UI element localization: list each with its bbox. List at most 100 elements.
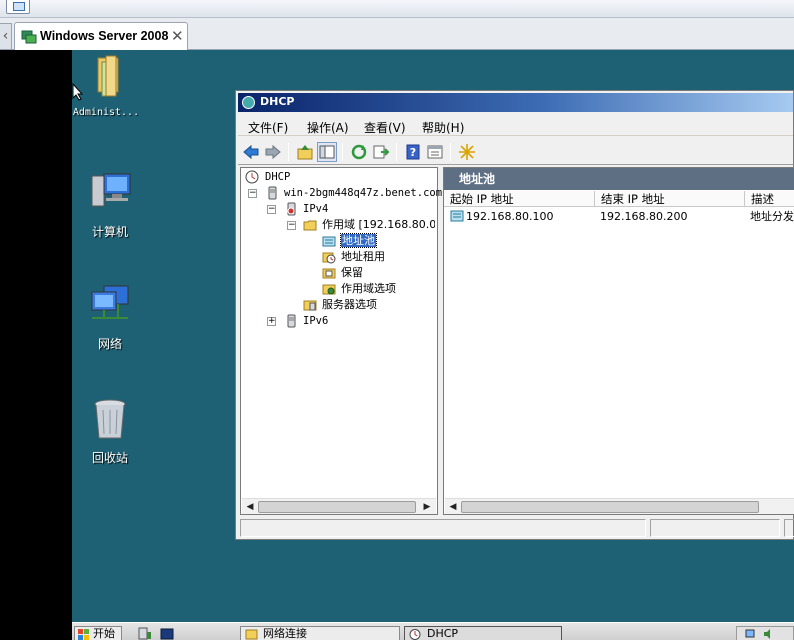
reservation-icon <box>322 268 336 279</box>
window-title: DHCP <box>260 95 295 108</box>
tree-item-ipv6[interactable]: + IPv6 <box>245 313 435 329</box>
scroll-thumb[interactable] <box>461 501 759 513</box>
menu-file[interactable]: 文件(F) <box>248 119 288 136</box>
quick-launch-server-manager-icon[interactable] <box>138 627 152 640</box>
tray-network-icon[interactable] <box>745 628 757 640</box>
selected-label: 地址池 <box>340 233 377 248</box>
desktop-icon-network[interactable]: 网络 <box>70 282 150 352</box>
tree-collapse-toggle[interactable]: − <box>267 205 276 214</box>
tree-item-label: IPv6 <box>303 315 329 327</box>
start-button[interactable]: 开始 <box>74 626 122 640</box>
export-list-icon[interactable] <box>372 143 390 161</box>
host-home-button[interactable] <box>6 0 30 14</box>
desktop-icon-label: 回收站 <box>91 451 128 465</box>
tree-item-label: 服务器选项 <box>322 298 377 311</box>
status-cell-secondary <box>650 519 780 537</box>
window-title-bar[interactable]: DHCP <box>238 93 793 112</box>
vm-display-margin <box>0 50 72 640</box>
dhcp-clock-icon <box>242 96 255 109</box>
tree-item-address-pool[interactable]: 地址池 <box>245 233 435 249</box>
column-header-description[interactable]: 描述 <box>745 191 794 207</box>
column-header-start-ip[interactable]: 起始 IP 地址 <box>444 191 595 207</box>
properties-icon[interactable] <box>426 143 444 161</box>
scroll-thumb[interactable] <box>258 501 416 513</box>
up-folder-icon[interactable] <box>296 143 314 161</box>
svg-text:?: ? <box>410 146 416 159</box>
tree-item-server-options[interactable]: 服务器选项 <box>245 297 435 313</box>
toolbar-separator <box>450 143 451 161</box>
desktop-icon-computer[interactable]: 计算机 <box>70 170 150 240</box>
toolbar-separator <box>396 143 397 161</box>
host-tab-bar: ‹ Windows Server 2008 ✕ <box>0 18 794 50</box>
column-header-end-ip[interactable]: 结束 IP 地址 <box>595 191 745 207</box>
dhcp-clock-icon <box>409 629 421 640</box>
tree-item-label: win-2bgm448q47z.benet.com <box>284 187 443 199</box>
status-cell-tertiary <box>784 519 794 537</box>
status-cell-main <box>240 519 646 537</box>
folder-icon <box>303 220 317 231</box>
refresh-icon[interactable] <box>350 143 368 161</box>
help-icon[interactable]: ? <box>404 143 422 161</box>
tree-item-server[interactable]: − win-2bgm448q47z.benet.com <box>245 185 443 201</box>
ipv4-server-icon <box>287 202 296 216</box>
toolbar-separator <box>288 143 289 161</box>
menu-view[interactable]: 查看(V) <box>364 119 406 136</box>
vm-tab-close-button[interactable]: ✕ <box>171 27 184 45</box>
desktop-icon-recycle-bin[interactable]: 回收站 <box>70 396 150 466</box>
scroll-right-arrow[interactable]: ▶ <box>421 501 433 513</box>
menu-help[interactable]: 帮助(H) <box>422 119 464 136</box>
start-label: 开始 <box>93 627 115 640</box>
tree-collapse-toggle[interactable]: − <box>248 189 257 198</box>
cell-description: 地址分发 <box>750 210 794 223</box>
tree-collapse-toggle[interactable]: − <box>287 221 296 230</box>
tray-volume-icon[interactable] <box>763 628 775 640</box>
scroll-left-arrow[interactable]: ◀ <box>244 501 256 513</box>
server-options-icon <box>303 300 317 311</box>
vm-tab[interactable]: Windows Server 2008 ✕ <box>14 22 188 50</box>
server-icon <box>268 186 277 200</box>
quick-launch-powershell-icon[interactable] <box>160 627 174 640</box>
tree-item-label: 地址池 <box>340 233 377 249</box>
tree-item-label: 作用域选项 <box>341 282 396 295</box>
network-icon <box>91 285 129 319</box>
result-pane-title: 地址池 <box>444 168 794 190</box>
vm-tab-title: Windows Server 2008 <box>40 29 169 43</box>
dhcp-window: DHCP 文件(F) 操作(A) 查看(V) 帮助(H) ? DHCP − wi… <box>235 90 794 540</box>
taskbar-item-network-connections[interactable]: 网络连接 <box>240 626 400 640</box>
tree-item-ipv4[interactable]: − IPv4 <box>245 201 435 217</box>
taskbar-item-label: 网络连接 <box>263 627 307 640</box>
taskbar-item-dhcp[interactable]: DHCP <box>404 626 562 640</box>
new-item-icon[interactable] <box>458 143 476 161</box>
host-toolbar <box>0 0 794 18</box>
menu-action[interactable]: 操作(A) <box>307 119 349 136</box>
tree-item-scope[interactable]: − 作用域 [192.168.80.0] <box>245 217 435 233</box>
forward-arrow-icon[interactable] <box>264 143 282 161</box>
status-bar <box>238 518 794 538</box>
system-tray <box>736 626 794 640</box>
tree-expand-toggle[interactable]: + <box>267 317 276 326</box>
desktop-icon-label: 计算机 <box>91 225 128 239</box>
back-arrow-icon[interactable] <box>242 143 260 161</box>
tree-item-dhcp-root[interactable]: DHCP <box>245 169 435 185</box>
cell-start-ip: 192.168.80.100 <box>466 210 554 223</box>
dhcp-clock-icon <box>245 170 259 184</box>
scope-options-icon <box>322 284 336 295</box>
tree-item-label: 地址租用 <box>341 250 385 263</box>
tree-item-scope-options[interactable]: 作用域选项 <box>245 281 435 297</box>
cell-end-ip: 192.168.80.200 <box>600 210 688 223</box>
tree-item-address-leases[interactable]: 地址租用 <box>245 249 435 265</box>
tree-horizontal-scrollbar[interactable]: ◀ ▶ <box>242 498 436 514</box>
mouse-cursor-icon <box>72 83 84 101</box>
show-hide-tree-icon[interactable] <box>317 142 337 162</box>
windows-logo-icon <box>78 629 89 640</box>
network-connections-icon <box>245 629 258 640</box>
column-header-row: 起始 IP 地址 结束 IP 地址 描述 <box>444 191 794 207</box>
result-horizontal-scrollbar[interactable]: ◀ <box>445 498 794 514</box>
tab-scroll-left-button[interactable]: ‹ <box>0 23 12 49</box>
desktop-icon-label: Administ... <box>72 107 140 118</box>
console-tree: DHCP − win-2bgm448q47z.benet.com − IPv4 … <box>240 167 443 515</box>
recycle-bin-icon <box>94 399 126 439</box>
tree-item-reservations[interactable]: 保留 <box>245 265 435 281</box>
tree-item-label: 作用域 [192.168.80.0] <box>322 218 435 231</box>
scroll-left-arrow[interactable]: ◀ <box>447 501 459 513</box>
